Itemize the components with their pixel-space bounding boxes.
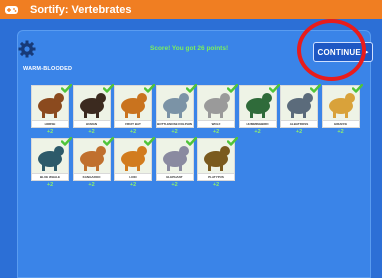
app-title: Sortify: Vertebrates: [30, 3, 132, 16]
checkmark-icon: [185, 80, 197, 93]
checkmark-icon: [60, 133, 73, 146]
checkmark-icon: [351, 80, 363, 93]
checkmark-icon: [268, 80, 280, 93]
checkmark-icon: [185, 133, 197, 146]
points-earned: +2: [171, 182, 178, 188]
points-earned: +2: [46, 182, 54, 188]
checkmark-icon: [226, 80, 239, 93]
animal-label: WOLF: [197, 121, 235, 128]
points-earned: +2: [254, 129, 261, 135]
checkmark-icon: [102, 80, 114, 93]
play-arrow-icon: ▶: [362, 49, 369, 56]
checkmark-icon: [143, 133, 156, 146]
animal-label: GIRAFFE: [321, 121, 360, 128]
checkmark-icon: [309, 80, 322, 93]
checkmark-icon: [60, 80, 73, 93]
gamepad-icon: [0, 0, 22, 19]
title-bar: Sortify: Vertebrates: [0, 0, 382, 19]
animal-label: HUMAN: [72, 121, 111, 128]
points-earned: +2: [337, 129, 344, 135]
animal-label: HUMMINGBIRD: [238, 121, 277, 128]
animal-label: BLUE WHALE: [31, 174, 69, 181]
points-earned: +2: [129, 182, 137, 188]
score-message: Score! You got 26 points!: [150, 45, 229, 52]
animal-label: PLATYPUS: [197, 174, 235, 181]
continue-label: CONTINUE: [317, 47, 361, 57]
animal-label: KANGAROO: [72, 174, 111, 181]
animal-label: BOTTLENOSE DOLPHIN: [155, 121, 194, 128]
section-label: WARM-BLOODED: [23, 66, 73, 72]
animal-label: HORSE: [31, 121, 69, 128]
continue-button[interactable]: CONTINUE ▶: [313, 42, 373, 62]
animal-label: ALBATROSS: [280, 121, 318, 128]
settings-gear-icon[interactable]: [18, 40, 36, 63]
points-earned: +2: [88, 182, 95, 188]
animal-label: FRUIT BAT: [114, 121, 152, 128]
animal-label: LION: [114, 174, 152, 181]
points-earned: +2: [212, 182, 220, 188]
animal-label: ELEPHANT: [155, 174, 194, 181]
checkmark-icon: [226, 133, 239, 146]
points-earned: +2: [295, 129, 303, 135]
checkmark-icon: [102, 133, 114, 146]
checkmark-icon: [143, 80, 156, 93]
